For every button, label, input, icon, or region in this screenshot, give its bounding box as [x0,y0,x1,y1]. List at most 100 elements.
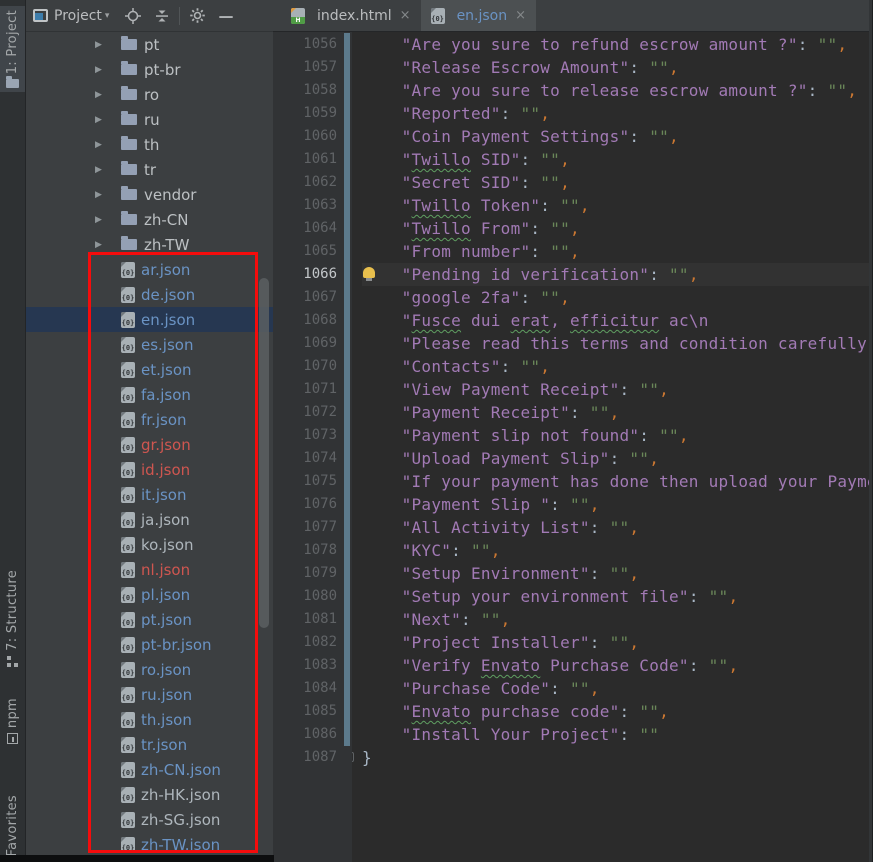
code-line-1085[interactable]: "Envato purchase code": "", [362,700,873,723]
code-line-1071[interactable]: "View Payment Receipt": "", [362,378,873,401]
code-line-1084[interactable]: "Purchase Code": "", [362,677,873,700]
locate-icon[interactable] [125,8,141,24]
code-line-1072[interactable]: "Payment Receipt": "", [362,401,873,424]
tree-file-nl-json[interactable]: nl.json [25,557,273,582]
tree-file-zh-tw-json[interactable]: zh-TW.json [25,832,273,856]
code-line-1076[interactable]: "Payment Slip ": "", [362,493,873,516]
editor-gutter[interactable]: 1056105710581059106010611062106310641065… [273,32,352,862]
fold-marker-icon[interactable] [352,752,354,762]
tree-folder-zh-cn[interactable]: ▶zh-CN [25,207,273,232]
editor-scrollbar-track[interactable] [869,0,873,862]
code-line-1082[interactable]: "Project Installer": "", [362,631,873,654]
chevron-right-icon[interactable]: ▶ [93,65,121,75]
chevron-right-icon[interactable]: ▶ [93,115,121,125]
project-panel-title[interactable]: Project [54,8,102,24]
tree-file-fr-json[interactable]: fr.json [25,407,273,432]
tree-file-th-json[interactable]: th.json [25,707,273,732]
tree-file-pt-json[interactable]: pt.json [25,607,273,632]
tree-file-ja-json[interactable]: ja.json [25,507,273,532]
chevron-right-icon[interactable]: ▶ [93,240,121,250]
code-line-1067[interactable]: "google 2fa": "", [362,286,873,309]
code-line-1074[interactable]: "Upload Payment Slip": "", [362,447,873,470]
tab-index-html[interactable]: index.html× [281,0,421,31]
tree-file-zh-cn-json[interactable]: zh-CN.json [25,757,273,782]
tree-item-label: fa.json [141,386,191,404]
code-line-1078[interactable]: "KYC": "", [362,539,873,562]
code-line-1060[interactable]: "Coin Payment Settings": "", [362,125,873,148]
close-icon[interactable]: × [400,8,411,23]
tree-file-zh-sg-json[interactable]: zh-SG.json [25,807,273,832]
code-line-1065[interactable]: "From number": "", [362,240,873,263]
tree-file-et-json[interactable]: et.json [25,357,273,382]
folder-icon [121,189,137,200]
code-line-1063[interactable]: "Twillo Token": "", [362,194,873,217]
chevron-right-icon[interactable]: ▶ [93,165,121,175]
tree-folder-tr[interactable]: ▶tr [25,157,273,182]
tree-file-pl-json[interactable]: pl.json [25,582,273,607]
tool-window-button-7-structure[interactable]: 7: Structure [0,570,25,664]
tree-file-pt-br-json[interactable]: pt-br.json [25,632,273,657]
code-line-1056[interactable]: "Are you sure to refund escrow amount ?"… [362,33,873,56]
code-line-1057[interactable]: "Release Escrow Amount": "", [362,56,873,79]
code-line-1058[interactable]: "Are you sure to release escrow amount ?… [362,79,873,102]
code-line-1080[interactable]: "Setup your environment file": "", [362,585,873,608]
tree-file-de-json[interactable]: de.json [25,282,273,307]
tree-folder-th[interactable]: ▶th [25,132,273,157]
tree-file-es-json[interactable]: es.json [25,332,273,357]
tab-en-json[interactable]: en.json× [421,0,536,31]
intention-bulb-icon[interactable] [363,267,375,278]
tree-folder-ro[interactable]: ▶ro [25,82,273,107]
code-line-1077[interactable]: "All Activity List": "", [362,516,873,539]
tree-item-label: de.json [141,286,195,304]
tree-file-ko-json[interactable]: ko.json [25,532,273,557]
code-line-1069[interactable]: "Please read this terms and condition ca… [362,332,873,355]
tree-file-ro-json[interactable]: ro.json [25,657,273,682]
tool-window-button-1-project[interactable]: 1: Project [0,6,25,92]
chevron-right-icon[interactable]: ▶ [93,190,121,200]
chevron-right-icon[interactable]: ▶ [93,215,121,225]
code-line-1068[interactable]: "Fusce dui erat, efficitur ac\n [362,309,873,332]
close-icon[interactable]: × [515,8,526,23]
code-line-1070[interactable]: "Contacts": "", [362,355,873,378]
tree-file-it-json[interactable]: it.json [25,482,273,507]
code-line-1083[interactable]: "Verify Envato Purchase Code": "", [362,654,873,677]
tool-window-label: 1: Project [5,10,20,74]
code-area[interactable]: "Are you sure to refund escrow amount ?"… [352,32,873,862]
code-line-1087[interactable]: } [362,746,873,769]
tree-file-ru-json[interactable]: ru.json [25,682,273,707]
tool-window-button-npm[interactable]: npm [0,684,25,748]
tree-file-ar-json[interactable]: ar.json [25,257,273,282]
tree-folder-zh-tw[interactable]: ▶zh-TW [25,232,273,257]
collapse-all-icon[interactable] [155,9,169,23]
code-line-1086[interactable]: "Install Your Project": "" [362,723,873,746]
tree-scrollbar[interactable] [259,278,269,628]
tree-folder-pt-br[interactable]: ▶pt-br [25,57,273,82]
tree-folder-pt[interactable]: ▶pt [25,32,273,57]
code-line-1081[interactable]: "Next": "", [362,608,873,631]
tree-folder-vendor[interactable]: ▶ vendor [25,182,273,207]
code-line-1059[interactable]: "Reported": "", [362,102,873,125]
chevron-right-icon[interactable]: ▶ [93,140,121,150]
chevron-down-icon[interactable]: ▾ [105,11,110,21]
tree-file-en-json[interactable]: en.json [25,307,273,332]
tree-file-gr-json[interactable]: gr.json [25,432,273,457]
tree-item-label: vendor [144,186,196,204]
code-line-1066[interactable]: "Pending id verification": "", [362,263,873,286]
code-line-1073[interactable]: "Payment slip not found": "", [362,424,873,447]
tool-window-button-favorites[interactable]: Favorites [0,750,25,860]
tree-file-id-json[interactable]: id.json [25,457,273,482]
hide-panel-icon[interactable]: — [218,11,233,21]
code-line-1079[interactable]: "Setup Environment": "", [362,562,873,585]
tree-file-zh-hk-json[interactable]: zh-HK.json [25,782,273,807]
code-line-1061[interactable]: "Twillo SID": "", [362,148,873,171]
tree-file-tr-json[interactable]: tr.json [25,732,273,757]
chevron-right-icon[interactable]: ▶ [93,90,121,100]
settings-gear-icon[interactable] [189,7,206,24]
tree-folder-ru[interactable]: ▶ru [25,107,273,132]
code-line-1064[interactable]: "Twillo From": "", [362,217,873,240]
code-line-1075[interactable]: "If your payment has done then upload yo… [362,470,873,493]
line-number: 1066 [273,263,352,286]
code-line-1062[interactable]: "Secret SID": "", [362,171,873,194]
chevron-right-icon[interactable]: ▶ [93,40,121,50]
tree-file-fa-json[interactable]: fa.json [25,382,273,407]
